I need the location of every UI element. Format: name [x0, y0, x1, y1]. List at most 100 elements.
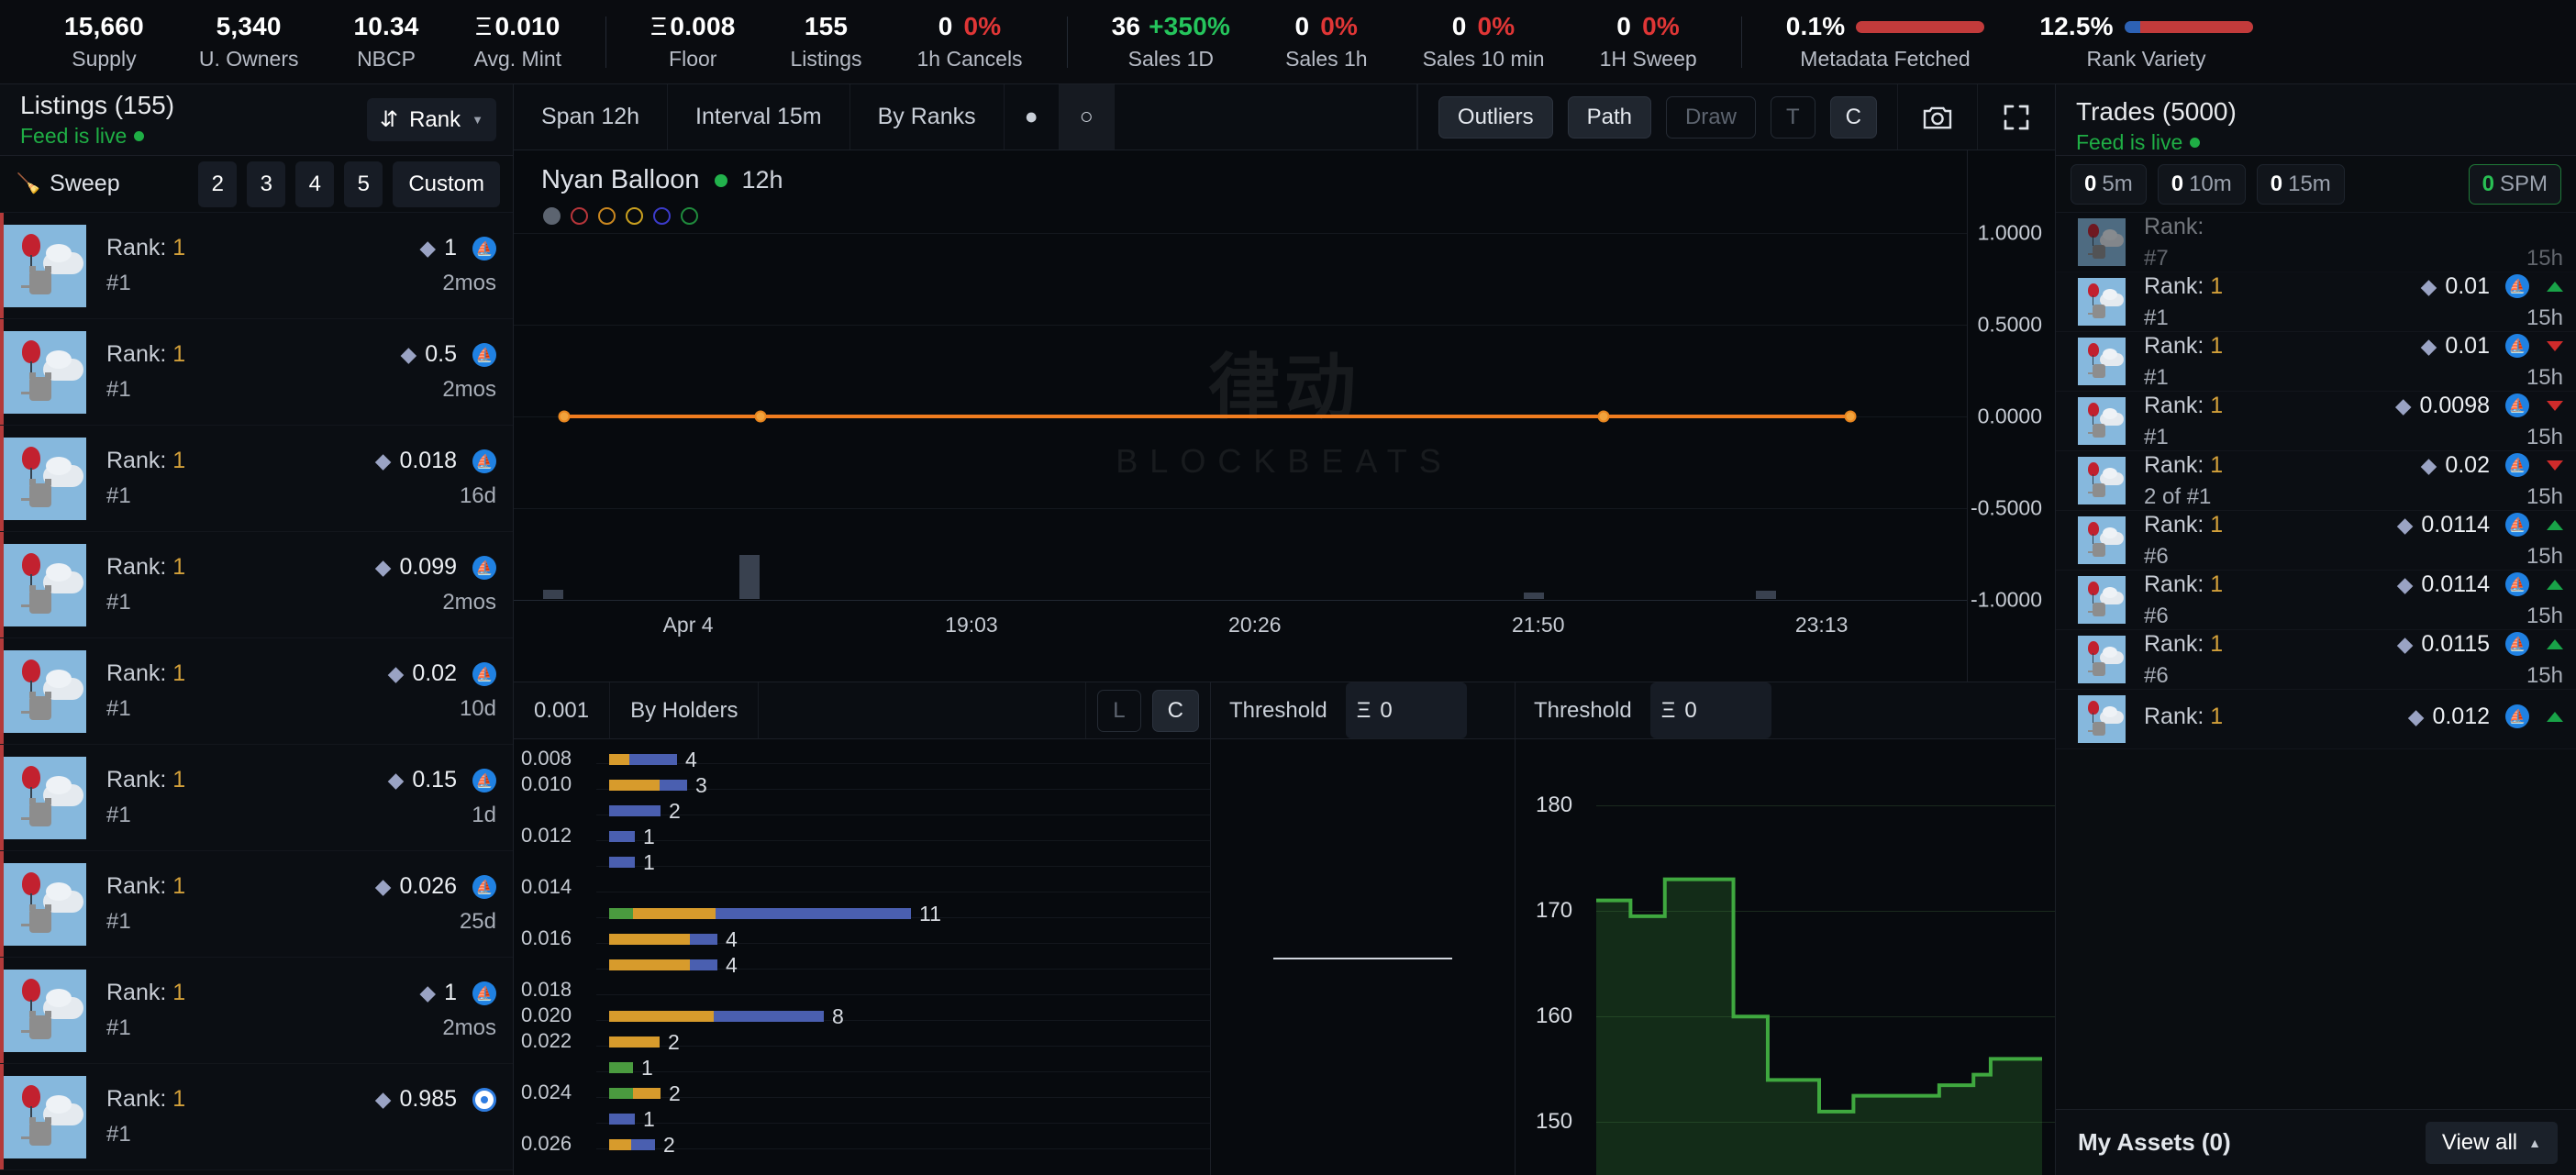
- rank-value: 1: [172, 767, 186, 793]
- sweep-option-3[interactable]: 3: [247, 161, 286, 207]
- listing-row[interactable]: Rank: 1 ◆ 0.099 ⛵ #1 2mos: [0, 532, 513, 638]
- legend-dot-4[interactable]: [653, 207, 671, 225]
- trade-row[interactable]: Rank: 1 ◆ 0.0098 ⛵ #1 15h: [2056, 392, 2576, 451]
- trade-row[interactable]: Rank: 1 ◆ 0.012 ⛵: [2056, 690, 2576, 749]
- legend-dot-3[interactable]: [626, 207, 643, 225]
- tick-size-selector[interactable]: 0.001: [514, 682, 611, 738]
- listing-row[interactable]: Rank: 1 ◆ 0.985 #1: [0, 1064, 513, 1170]
- sweep-option-4[interactable]: 4: [295, 161, 335, 207]
- depth-c-button[interactable]: C: [1151, 689, 1199, 732]
- trades-5m-pill[interactable]: 0 5m: [2071, 163, 2147, 205]
- listing-row[interactable]: Rank: 1 ◆ 0.15 ⛵ #1 1d: [0, 745, 513, 851]
- rank-value: 1: [172, 1086, 186, 1112]
- depth-histogram[interactable]: 0.008 4 0.010 3 2 0.012 1 1 0.014 11 0.016 4 4 0.018 0…: [514, 739, 1210, 1175]
- hist-bar-row[interactable]: 4: [609, 748, 1210, 771]
- interval-selector[interactable]: Interval 15m: [668, 84, 850, 150]
- holders-area-chart[interactable]: 180 170 160 150: [1516, 739, 2055, 1175]
- view-all-button[interactable]: View all ▲: [2425, 1121, 2558, 1164]
- eth-icon: ◆: [2396, 631, 2414, 656]
- rank-label: Rank: 1: [106, 767, 186, 793]
- listing-row[interactable]: Rank: 1 ◆ 0.026 ⛵ #1 25d: [0, 851, 513, 958]
- sweep-option-5[interactable]: 5: [344, 161, 383, 207]
- group-by-selector[interactable]: By Ranks: [850, 84, 1005, 150]
- expand-icon[interactable]: [1977, 84, 2055, 150]
- listings-header: Listings (155) Feed is live ⇵ Rank ▼: [0, 84, 513, 156]
- trade-age: 15h: [2526, 424, 2563, 449]
- data-point[interactable]: [1844, 410, 1857, 423]
- camera-icon[interactable]: [1897, 84, 1977, 150]
- listing-row[interactable]: Rank: 1 ◆ 0.5 ⛵ #1 2mos: [0, 319, 513, 426]
- crosshair-tool-button[interactable]: C: [1829, 95, 1877, 139]
- trades-list[interactable]: Rank: #7 15h Rank: 1 ◆ 0.01 ⛵ #1 15h Rank: 1 ◆ 0.0…: [2056, 213, 2576, 1109]
- draw-button[interactable]: Draw: [1665, 95, 1756, 139]
- data-point[interactable]: [558, 410, 571, 423]
- trades-15m-pill[interactable]: 0 15m: [2256, 163, 2345, 205]
- mid-chart[interactable]: [1211, 739, 1515, 1175]
- span-selector[interactable]: Span 12h: [514, 84, 669, 150]
- sort-by-rank-button[interactable]: ⇵ Rank ▼: [366, 98, 496, 141]
- hist-count: 2: [668, 1029, 680, 1054]
- group-mode-selector[interactable]: By Holders: [610, 682, 760, 738]
- text-tool-button[interactable]: T: [1770, 95, 1815, 139]
- trade-row[interactable]: Rank: 1 ◆ 0.01 ⛵ #1 15h: [2056, 272, 2576, 332]
- legend-dot-1[interactable]: [571, 207, 588, 225]
- outliers-button[interactable]: Outliers: [1438, 95, 1553, 139]
- eth-icon: ◆: [374, 555, 392, 579]
- hist-bar-row[interactable]: 8: [609, 1004, 1210, 1028]
- stat-rank-variety: 12.5% Rank Variety: [2012, 12, 2280, 72]
- path-button[interactable]: Path: [1567, 95, 1651, 139]
- trade-row[interactable]: Rank: 1 ◆ 0.02 ⛵ 2 of #1 15h: [2056, 451, 2576, 511]
- hist-price-label: 0.022: [521, 1029, 572, 1052]
- listing-row[interactable]: Rank: 1 ◆ 1 ⛵ #1 2mos: [0, 958, 513, 1064]
- hist-bar-row[interactable]: 1: [609, 1056, 1210, 1080]
- hist-seg-green: [609, 1088, 633, 1099]
- hist-bar-row[interactable]: 1: [609, 850, 1210, 874]
- trades-spm-pill[interactable]: 0 SPM: [2468, 163, 2561, 205]
- hist-bar-row[interactable]: 3: [609, 773, 1210, 797]
- trade-row[interactable]: Rank: 1 ◆ 0.0114 ⛵ #6 15h: [2056, 571, 2576, 630]
- stat-avg-mint: Ξ 0.010 Avg. Mint: [447, 12, 589, 72]
- rank-value: 1: [172, 980, 186, 1005]
- trades-10m-pill[interactable]: 0 10m: [2157, 163, 2246, 205]
- listing-row[interactable]: Rank: 1 ◆ 0.02 ⛵ #1 10d: [0, 638, 513, 745]
- rank-label: Rank: 1: [2144, 332, 2224, 359]
- hist-bar-row[interactable]: 2: [609, 1030, 1210, 1054]
- listing-row[interactable]: Rank: 1 ◆ 1 ⛵ #1 2mos: [0, 213, 513, 319]
- hist-bar-row[interactable]: 2: [609, 799, 1210, 823]
- listing-row[interactable]: Rank: 1 ◆ 0.018 ⛵ #1 16d: [0, 426, 513, 532]
- nft-thumbnail: [2078, 576, 2126, 624]
- token-id: #1: [106, 483, 131, 508]
- rank-label: Rank: 1: [2144, 703, 2224, 729]
- hist-bar-row[interactable]: 4: [609, 927, 1210, 951]
- trade-row[interactable]: Rank: 1 ◆ 0.0114 ⛵ #6 15h: [2056, 511, 2576, 571]
- trade-row[interactable]: Rank: 1 ◆ 0.0115 ⛵ #6 15h: [2056, 630, 2576, 690]
- data-point[interactable]: [754, 410, 767, 423]
- token-id: #1: [2144, 364, 2169, 390]
- threshold-input-2[interactable]: Ξ 0: [1649, 682, 1771, 738]
- threshold-input[interactable]: Ξ 0: [1345, 682, 1467, 738]
- hist-bar-row[interactable]: 4: [609, 953, 1210, 977]
- hist-bar-row[interactable]: 1: [609, 1107, 1210, 1131]
- hist-bar-row[interactable]: 1: [609, 825, 1210, 848]
- y-axis-tick: -0.5000: [1970, 495, 2042, 520]
- dot-filled-icon[interactable]: ●: [1005, 84, 1060, 150]
- listings-list[interactable]: Rank: 1 ◆ 1 ⛵ #1 2mos Rank: 1 ◆ 0.5 ⛵ #1 2mos Rank: …: [0, 213, 513, 1175]
- legend-dot-0[interactable]: [543, 207, 561, 225]
- dot-hollow-icon[interactable]: ○: [1059, 84, 1115, 150]
- depth-l-button[interactable]: L: [1097, 689, 1141, 732]
- trade-price: ◆ 0.0115 ⛵: [2397, 631, 2563, 658]
- x-axis-line: [514, 600, 1967, 601]
- data-point[interactable]: [1597, 410, 1610, 423]
- hist-bar-row[interactable]: 11: [609, 902, 1210, 926]
- legend-dot-2[interactable]: [598, 207, 616, 225]
- sweep-custom-button[interactable]: Custom: [393, 161, 500, 207]
- sweep-option-2[interactable]: 2: [198, 161, 238, 207]
- hist-bar-row[interactable]: 2: [609, 1081, 1210, 1105]
- price-chart[interactable]: 律动 BLOCKBEATS Nyan Balloon 12h 1.0000 0.5…: [514, 150, 2055, 682]
- legend-dot-5[interactable]: [681, 207, 698, 225]
- chart-legend[interactable]: [543, 207, 698, 225]
- hist-bar-row[interactable]: 2: [609, 1133, 1210, 1157]
- trade-row[interactable]: Rank: 1 ◆ 0.01 ⛵ #1 15h: [2056, 332, 2576, 392]
- nft-thumbnail: [4, 1076, 86, 1158]
- trade-row[interactable]: Rank: #7 15h: [2056, 213, 2576, 272]
